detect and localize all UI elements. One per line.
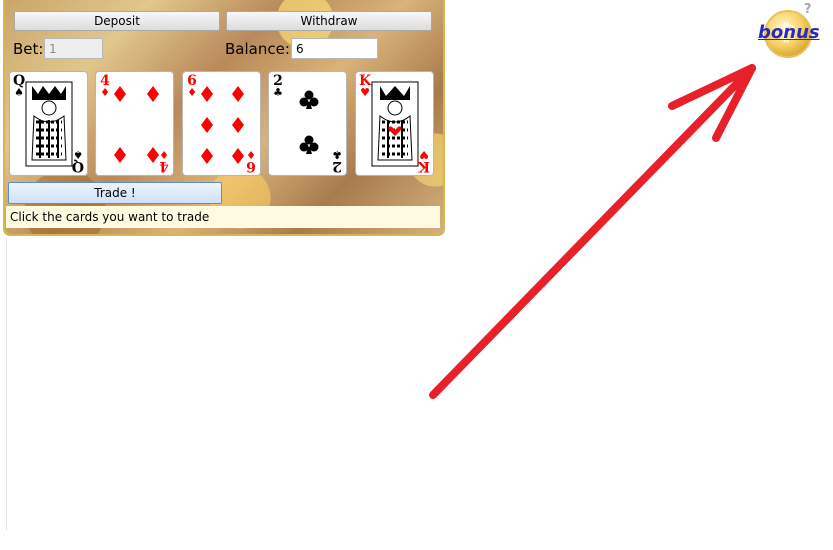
bet-label: Bet: xyxy=(13,40,44,58)
trade-button[interactable]: Trade ! xyxy=(8,182,222,204)
video-poker-panel: Deposit Withdraw Bet: Balance: Q♠ Q♠ 4♦ … xyxy=(3,0,445,236)
page-divider xyxy=(6,238,7,530)
card-1[interactable]: Q ♠ Q ♠ xyxy=(9,71,88,176)
withdraw-button[interactable]: Withdraw xyxy=(226,11,432,31)
card-1-corner-bottom: Q ♠ xyxy=(71,148,84,174)
status-message: Click the cards you want to trade xyxy=(6,206,440,228)
card-3[interactable]: 6 ♦ 6 ♦ xyxy=(182,71,261,176)
bet-input[interactable] xyxy=(44,38,103,59)
card-2-corner-bottom: 4 ♦ xyxy=(159,148,169,174)
card-4-corner-bottom: 2 ♣ xyxy=(332,148,342,174)
card-5[interactable]: K ♥ K ♥ xyxy=(355,71,434,176)
card-3-corner-bottom: 6 ♦ xyxy=(246,148,256,174)
deposit-button[interactable]: Deposit xyxy=(14,11,220,31)
balance-field xyxy=(291,38,378,59)
card-4[interactable]: 2 ♣ 2 ♣ xyxy=(268,71,347,176)
card-5-corner-bottom: K ♥ xyxy=(417,148,430,174)
bonus-link[interactable]: bonus xyxy=(758,22,820,43)
card-2[interactable]: 4 ♦ 4 ♦ xyxy=(95,71,174,176)
balance-label: Balance: xyxy=(225,40,290,58)
help-icon[interactable]: ? xyxy=(804,2,812,17)
